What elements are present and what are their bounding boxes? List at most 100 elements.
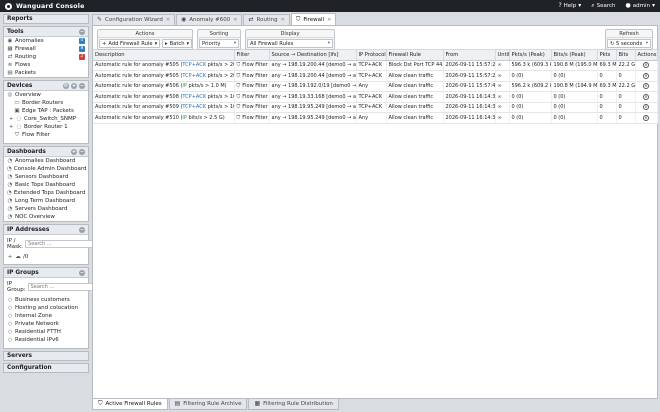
- search-button[interactable]: ⌕ Search: [591, 3, 615, 10]
- ip-mask-search-input[interactable]: [25, 240, 103, 248]
- sidebar-item-dashboard[interactable]: ◔ Long Term Dashboard: [4, 197, 88, 205]
- tab-firewall[interactable]: ⛉ Firewall ✕: [290, 13, 337, 25]
- table-row[interactable]: Automatic rule for anomaly #508 (TCP+ACK…: [93, 91, 658, 103]
- sidebar-item-anomalies[interactable]: ◉ Anomalies 0: [4, 37, 88, 45]
- pkts-cell: 69.3 M: [597, 60, 617, 71]
- tab-active-firewall-rules[interactable]: ⛉ Active Firewall Rules: [92, 399, 168, 410]
- user-menu[interactable]: ● admin ▾: [626, 3, 656, 10]
- sidebar-item-dashboard[interactable]: ◔ Servers Dashboard: [4, 205, 88, 213]
- sidebar-item-routing[interactable]: ⇄ Routing 2: [4, 53, 88, 61]
- firewall-rule-cell: Allow clean traffic: [386, 81, 444, 92]
- close-icon[interactable]: ✕: [233, 17, 237, 23]
- sidebar-item-flow-filter[interactable]: ⛉ Flow Filter: [4, 131, 88, 139]
- servers-panel[interactable]: Servers: [3, 351, 89, 361]
- sidebar-item-core-switch[interactable]: + ◌ Core_Switch_SNMP: [4, 115, 88, 123]
- logo-icon: [5, 2, 12, 10]
- sidebar-item-flows[interactable]: ≋ Flows: [4, 61, 88, 69]
- column-header[interactable]: IP Protocol: [356, 50, 387, 61]
- panel-header[interactable]: Devices ⚙ + −: [4, 81, 88, 91]
- sidebar-item-dashboard[interactable]: ◔ Basic Tops Dashboard: [4, 181, 88, 189]
- filter-icon: ⛉: [236, 62, 241, 69]
- sidebar-item-ip-group[interactable]: ◇ Residential FTTH: [4, 328, 88, 336]
- sidebar-item-edge-tap[interactable]: ▣ Edge TAP : Packets: [4, 107, 88, 115]
- sidebar-item-firewall[interactable]: ▦ Firewall 8: [4, 45, 88, 53]
- reports-panel[interactable]: Reports: [3, 14, 89, 24]
- collapse-icon[interactable]: −: [79, 82, 85, 89]
- firewall-rule-cell: Allow clean traffic: [386, 91, 444, 103]
- table-row[interactable]: Automatic rule for anomaly #505 (TCP+ACK…: [93, 70, 658, 82]
- table-row[interactable]: Automatic rule for anomaly #505 (TCP+ACK…: [93, 60, 658, 71]
- collapse-icon[interactable]: −: [79, 226, 85, 233]
- panel-header[interactable]: Tools −: [4, 27, 88, 37]
- stop-icon[interactable]: ×: [643, 62, 649, 69]
- sidebar-item-dashboard[interactable]: ◔ NOC Overview: [4, 213, 88, 221]
- sidebar-item-border-router-1[interactable]: + ◌ Border Router 1: [4, 123, 88, 131]
- table-row[interactable]: Automatic rule for anomaly #506 (IP pkts…: [93, 81, 658, 92]
- protocol-link[interactable]: TCP+ACK: [182, 94, 206, 100]
- column-header[interactable]: From: [443, 50, 496, 61]
- refresh-select[interactable]: ↻ 5 seconds ▾: [607, 39, 651, 48]
- column-header[interactable]: Pkts: [597, 50, 617, 61]
- pkts-peak-cell: 0 (0): [509, 102, 552, 113]
- close-icon[interactable]: ✕: [281, 17, 285, 23]
- column-header[interactable]: Bits/s (Peak): [551, 50, 598, 61]
- tree-item-root[interactable]: + ☁/0: [4, 253, 88, 261]
- dashboard-icon: ◔: [7, 158, 13, 164]
- table-row[interactable]: Automatic rule for anomaly #509 (TCP+ACK…: [93, 102, 658, 113]
- panel-header[interactable]: IP Addresses −: [4, 225, 88, 235]
- protocol-link[interactable]: TCP+ACK: [182, 104, 206, 110]
- sorting-select[interactable]: Priority ▾: [199, 39, 239, 48]
- add-firewall-rule-button[interactable]: + Add Firewall Rule ▾: [99, 39, 160, 48]
- tab-anomaly[interactable]: ◉ Anomaly #600 ✕: [176, 14, 243, 25]
- display-select[interactable]: All Firewall Rules ▾: [247, 39, 333, 48]
- batch-button[interactable]: ▸ Batch ▾: [162, 39, 192, 48]
- add-icon[interactable]: +: [71, 148, 77, 155]
- collapse-icon[interactable]: −: [79, 148, 85, 155]
- column-header[interactable]: Bits: [616, 50, 636, 61]
- stop-icon[interactable]: ×: [643, 72, 649, 79]
- collapse-icon[interactable]: −: [79, 28, 85, 35]
- column-header[interactable]: Pkts/s (Peak): [509, 50, 552, 61]
- stop-icon[interactable]: ×: [643, 114, 649, 121]
- close-icon[interactable]: ✕: [166, 17, 170, 23]
- column-header[interactable]: Until: [495, 50, 510, 61]
- column-header[interactable]: Source → Destination [Ifs]: [269, 50, 357, 61]
- table-row[interactable]: Automatic rule for anomaly #510 (IP bits…: [93, 112, 658, 124]
- sidebar-item-dashboard[interactable]: ◔ Sensors Dashboard: [4, 173, 88, 181]
- stop-icon[interactable]: ×: [643, 93, 649, 100]
- dashboard-icon: ◔: [7, 198, 13, 204]
- sidebar-item-ip-group[interactable]: ◇ Business customers: [4, 296, 88, 304]
- help-menu[interactable]: ? Help ▾: [558, 3, 581, 10]
- tab-routing[interactable]: ⇄ Routing ✕: [243, 14, 290, 25]
- gear-icon[interactable]: ⚙: [63, 82, 69, 89]
- add-icon[interactable]: +: [71, 82, 77, 89]
- sidebar-item-ip-group[interactable]: ◇ Private Network: [4, 320, 88, 328]
- protocol-link[interactable]: TCP+ACK: [182, 62, 206, 68]
- close-icon[interactable]: ✕: [327, 17, 331, 23]
- sidebar-item-packets[interactable]: ▤ Packets: [4, 69, 88, 77]
- pkts-cell: 69.3 M: [597, 81, 617, 92]
- tab-filtering-rule-distribution[interactable]: ▦ Filtering Rule Distribution: [248, 399, 339, 410]
- collapse-icon[interactable]: −: [79, 269, 85, 276]
- tab-configuration-wizard[interactable]: ✎ Configuration Wizard ✕: [92, 14, 176, 25]
- column-header[interactable]: Filter: [234, 50, 270, 61]
- protocol-link[interactable]: TCP+ACK: [182, 73, 206, 79]
- column-header[interactable]: Description: [93, 50, 235, 61]
- panel-header[interactable]: Dashboards + −: [4, 147, 88, 157]
- sidebar-item-ip-group[interactable]: ◇ Hosting and colocation: [4, 304, 88, 312]
- stop-icon[interactable]: ×: [643, 104, 649, 111]
- pkts-cell: 0: [597, 102, 617, 113]
- column-header[interactable]: Firewall Rule: [386, 50, 444, 61]
- sidebar-item-dashboard[interactable]: ◔ Console Admin Dashboard: [4, 165, 88, 173]
- sidebar-item-dashboard[interactable]: ◔ Extended Tops Dashboard: [4, 189, 88, 197]
- until-cell: ∞: [495, 70, 510, 82]
- sidebar-item-dashboard[interactable]: ◔ Anomalies Dashboard: [4, 157, 88, 165]
- sidebar-item-overview[interactable]: ◎ Overview: [4, 91, 88, 99]
- sidebar-item-ip-group[interactable]: ◇ Residential IPv6: [4, 336, 88, 344]
- configuration-panel[interactable]: Configuration: [3, 363, 89, 373]
- tab-filtering-rule-archive[interactable]: ▤ Filtering Rule Archive: [168, 399, 248, 410]
- sidebar-item-border-routers[interactable]: ▭ Border Routers: [4, 99, 88, 107]
- stop-icon[interactable]: ×: [643, 83, 649, 90]
- sidebar-item-ip-group[interactable]: ◇ Internal Zone: [4, 312, 88, 320]
- panel-header[interactable]: IP Groups −: [4, 268, 88, 278]
